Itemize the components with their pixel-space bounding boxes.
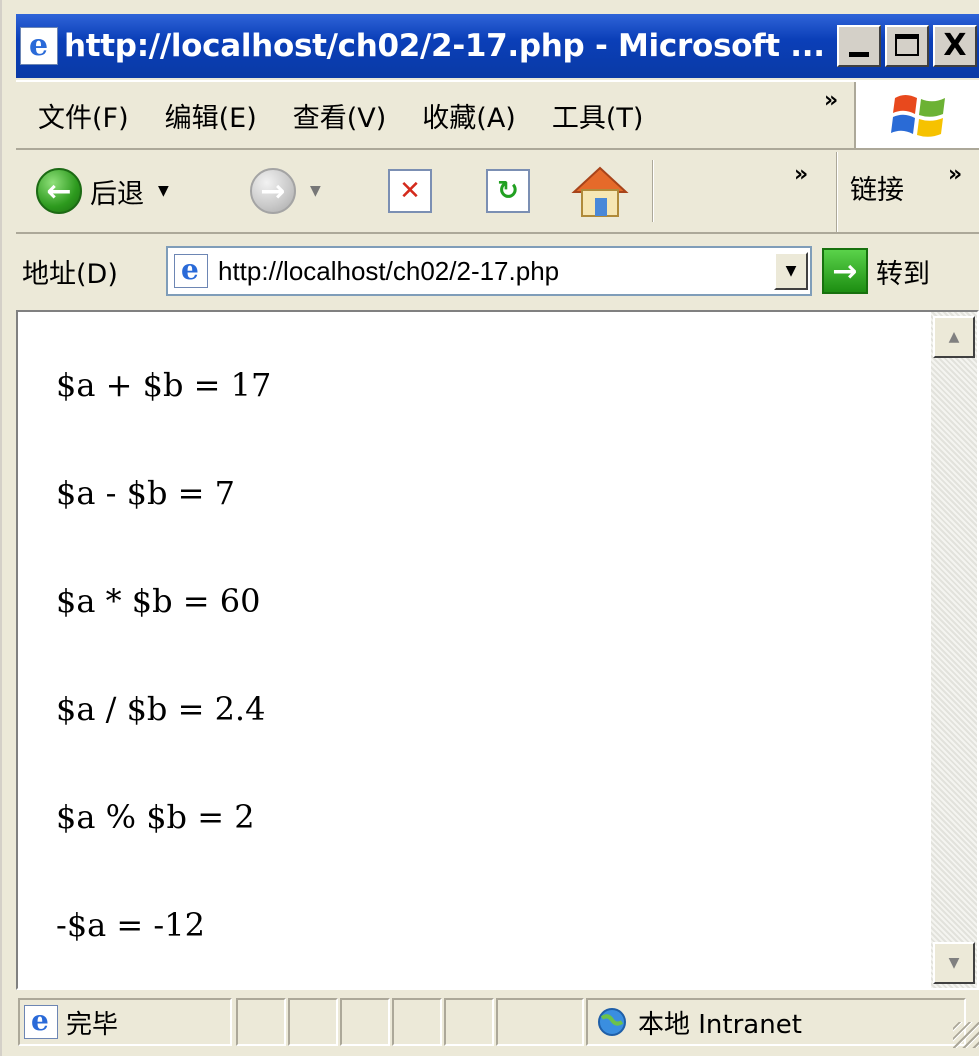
zone-text: 本地 Intranet <box>638 1009 802 1040</box>
go-arrow-icon: → <box>822 248 868 294</box>
standard-toolbar: ← 后退 ▼ → ▼ ✕ ↻ » 链接 » <box>16 152 979 234</box>
back-label: 后退 <box>90 178 144 210</box>
home-icon <box>571 166 629 217</box>
back-button[interactable]: ← 后退 ▼ <box>36 168 169 214</box>
address-dropdown-icon[interactable]: ▼ <box>774 252 808 290</box>
address-value[interactable]: http://localhost/ch02/2-17.php <box>218 256 559 287</box>
windows-flag-icon <box>890 95 945 137</box>
scroll-down-icon[interactable]: ▼ <box>933 942 975 984</box>
scroll-up-icon[interactable]: ▲ <box>933 316 975 358</box>
output-line: -$a = -12 <box>56 906 205 944</box>
status-text: 完毕 <box>66 1009 119 1040</box>
document-area: $a + $b = 17 $a - $b = 7 $a * $b = 60 $a… <box>18 312 928 988</box>
stop-icon: ✕ <box>388 169 432 213</box>
refresh-icon: ↻ <box>486 169 530 213</box>
maximize-icon <box>895 34 919 56</box>
address-label: 地址(D) <box>22 258 118 290</box>
close-icon: X <box>943 28 967 63</box>
minimize-button[interactable] <box>837 25 881 67</box>
done-page-icon: e <box>24 1004 58 1039</box>
status-panel-empty <box>496 998 584 1046</box>
back-dropdown-icon[interactable]: ▼ <box>158 183 169 199</box>
page-icon: e <box>174 253 208 288</box>
status-panel-empty <box>288 998 338 1046</box>
menu-file[interactable]: 文件(F) <box>38 96 129 135</box>
toolbar-overflow-chevron[interactable]: » <box>794 162 808 187</box>
window-title: http://localhost/ch02/2-17.php - Microso… <box>64 28 825 64</box>
output-line: $a % $b = 2 <box>56 798 255 836</box>
toolbar-separator <box>652 160 654 222</box>
output-line: $a / $b = 2.4 <box>56 690 266 728</box>
home-button[interactable] <box>568 162 632 220</box>
menu-bar: 文件(F) 编辑(E) 查看(V) 收藏(A) 工具(T) » <box>16 80 979 150</box>
status-panel-empty <box>340 998 390 1046</box>
back-icon: ← <box>36 168 82 214</box>
status-panel: e 完毕 <box>18 998 232 1046</box>
go-label: 转到 <box>876 258 930 290</box>
status-panel-empty <box>236 998 286 1046</box>
vertical-scrollbar[interactable]: ▲ ▼ <box>931 312 977 988</box>
address-input[interactable]: e http://localhost/ch02/2-17.php ▼ <box>166 246 812 296</box>
forward-button[interactable]: → ▼ <box>250 168 321 214</box>
ie-icon: e <box>20 27 58 65</box>
links-separator <box>836 152 838 232</box>
output-line: $a * $b = 60 <box>56 582 261 620</box>
menu-tools[interactable]: 工具(T) <box>552 96 644 135</box>
menu-favorites[interactable]: 收藏(A) <box>422 96 516 135</box>
output-line: $a + $b = 17 <box>56 366 272 404</box>
forward-dropdown-icon[interactable]: ▼ <box>310 183 321 199</box>
output-line: $a - $b = 7 <box>56 474 235 512</box>
maximize-button[interactable] <box>885 25 929 67</box>
browser-window: e http://localhost/ch02/2-17.php - Micro… <box>0 0 979 1056</box>
title-bar[interactable]: e http://localhost/ch02/2-17.php - Micro… <box>16 14 979 78</box>
refresh-button[interactable]: ↻ <box>486 169 530 213</box>
stop-button[interactable]: ✕ <box>388 169 432 213</box>
minimize-icon <box>849 52 869 57</box>
status-panel-empty <box>392 998 442 1046</box>
intranet-globe-icon <box>598 1008 626 1036</box>
windows-logo <box>854 82 979 148</box>
go-button[interactable]: → 转到 <box>822 248 930 294</box>
page-content: $a + $b = 17 $a - $b = 7 $a * $b = 60 $a… <box>16 310 979 990</box>
address-bar: 地址(D) e http://localhost/ch02/2-17.php ▼… <box>16 236 979 306</box>
links-button[interactable]: 链接 <box>850 168 904 207</box>
resize-grip[interactable] <box>953 1022 979 1048</box>
menu-overflow-chevron[interactable]: » <box>824 88 838 113</box>
forward-icon: → <box>250 168 296 214</box>
menu-view[interactable]: 查看(V) <box>293 96 387 135</box>
close-button[interactable]: X <box>933 25 977 67</box>
zone-panel[interactable]: 本地 Intranet <box>586 998 966 1046</box>
menu-edit[interactable]: 编辑(E) <box>165 96 257 135</box>
status-panel-empty <box>444 998 494 1046</box>
window-controls: X <box>833 25 977 67</box>
status-bar: e 完毕 本地 Intranet <box>16 994 979 1050</box>
links-overflow-chevron[interactable]: » <box>948 162 962 187</box>
